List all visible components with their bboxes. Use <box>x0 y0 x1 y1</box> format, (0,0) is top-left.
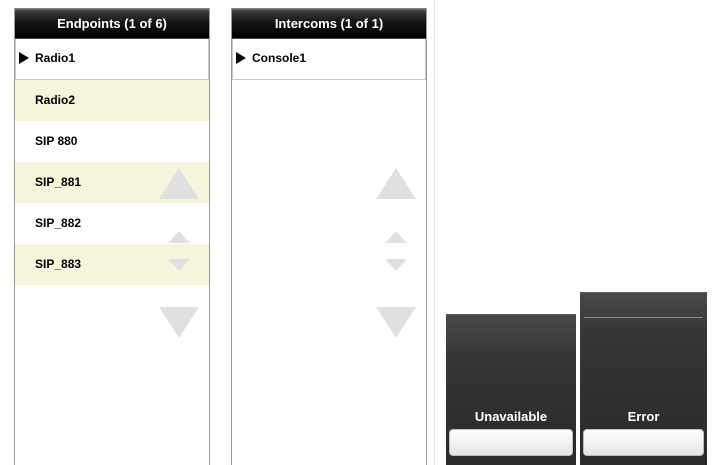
unavailable-status-bar <box>449 429 573 456</box>
intercoms-panel: Intercoms (1 of 1) Console1 <box>231 8 427 465</box>
endpoint-item-label: SIP_881 <box>35 175 82 189</box>
endpoints-page-down-icon[interactable] <box>159 307 199 338</box>
endpoint-item-sip-880[interactable]: SIP 880 <box>15 121 209 162</box>
intercoms-page-up-icon[interactable] <box>376 168 416 199</box>
endpoint-item-label: Radio1 <box>35 51 76 65</box>
endpoints-list: Radio1 Radio2 SIP 880 SIP_881 SIP_882 SI… <box>15 39 209 285</box>
endpoints-page-up-icon[interactable] <box>159 168 199 199</box>
intercoms-list: Console1 <box>232 39 426 80</box>
section-divider <box>434 0 435 465</box>
intercom-item-label: Console1 <box>252 51 307 65</box>
endpoint-item-radio1[interactable]: Radio1 <box>15 39 209 80</box>
unavailable-label: Unavailable <box>474 409 548 424</box>
error-label: Error <box>627 409 660 424</box>
intercoms-line-up-icon[interactable] <box>385 231 407 243</box>
error-tile[interactable]: Error <box>580 292 707 465</box>
selected-arrow-icon <box>236 52 246 64</box>
endpoint-item-label: SIP_883 <box>35 257 82 271</box>
error-tile-divider <box>584 317 703 318</box>
endpoint-item-label: Radio2 <box>35 93 76 107</box>
endpoint-item-label: SIP_882 <box>35 216 82 230</box>
endpoints-panel: Endpoints (1 of 6) Radio1 Radio2 SIP 880… <box>14 8 210 465</box>
intercoms-panel-title: Intercoms (1 of 1) <box>232 8 426 39</box>
intercom-item-console1[interactable]: Console1 <box>232 39 426 80</box>
unavailable-tile[interactable]: Unavailable <box>446 314 576 465</box>
endpoint-item-radio2[interactable]: Radio2 <box>15 80 209 121</box>
intercoms-page-down-icon[interactable] <box>376 307 416 338</box>
endpoints-line-down-icon[interactable] <box>168 259 190 271</box>
error-status-bar <box>583 429 704 456</box>
selected-arrow-icon <box>19 52 29 64</box>
endpoints-line-up-icon[interactable] <box>168 231 190 243</box>
endpoints-panel-title: Endpoints (1 of 6) <box>15 8 209 39</box>
intercoms-line-down-icon[interactable] <box>385 259 407 271</box>
endpoint-item-label: SIP 880 <box>35 134 78 148</box>
